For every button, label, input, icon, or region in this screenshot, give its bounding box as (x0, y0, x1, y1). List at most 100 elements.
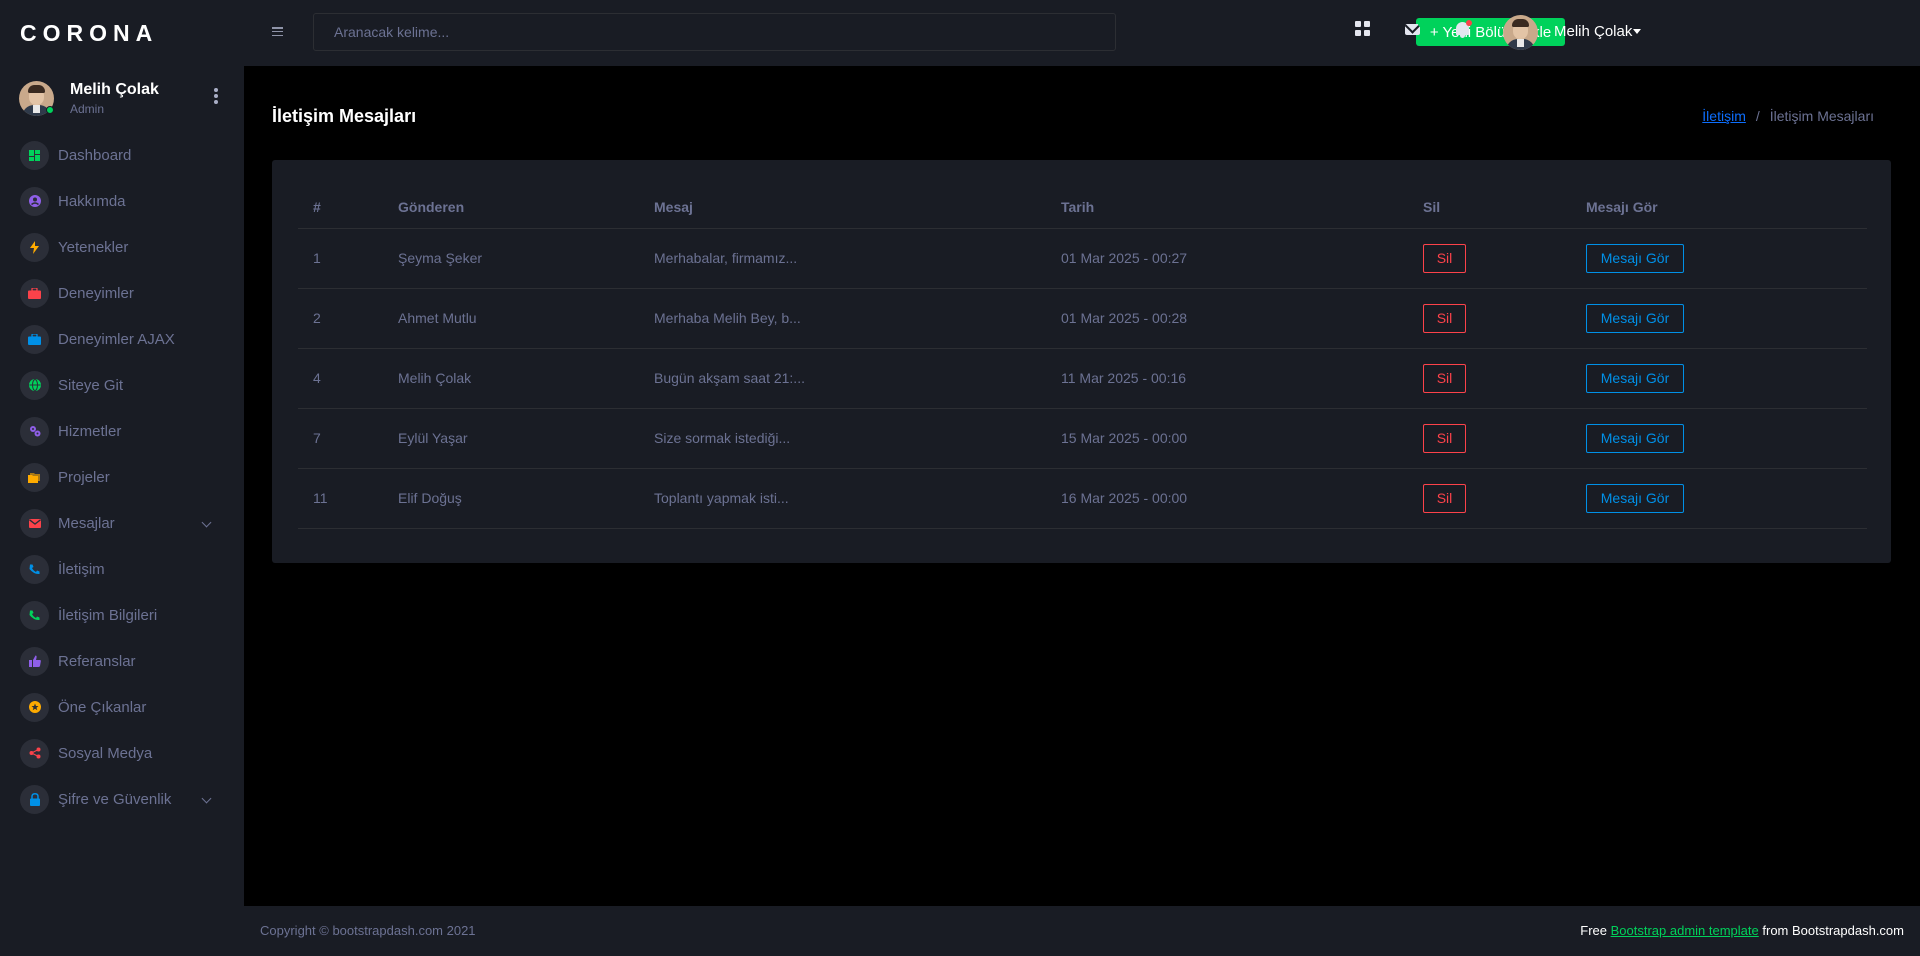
sidebar-item-label: Hakkımda (58, 192, 126, 210)
footer-template-link[interactable]: Bootstrap admin template (1611, 923, 1759, 938)
sidebar-item-5[interactable]: Siteye Git (0, 362, 244, 408)
cell-delete: Sil (1408, 288, 1571, 349)
sidebar-item-label: Şifre ve Güvenlik (58, 790, 172, 808)
share-icon (20, 738, 49, 768)
caret-down-icon[interactable] (1633, 29, 1641, 34)
sidebar-item-label: Projeler (58, 468, 110, 486)
cell-id: 11 (298, 468, 383, 529)
sidebar-item-label: İletişim (58, 560, 105, 578)
briefcase-icon (20, 278, 49, 308)
delete-button[interactable]: Sil (1423, 483, 1466, 513)
star-badge-icon (20, 692, 49, 722)
user-avatar[interactable] (1503, 15, 1538, 50)
sidebar-item-8[interactable]: Mesajlar (0, 500, 244, 546)
cell-date: 01 Mar 2025 - 00:28 (1046, 288, 1408, 349)
sidebar-item-label: Referanslar (58, 652, 136, 670)
sidebar-item-6[interactable]: Hizmetler (0, 408, 244, 454)
sidebar-profile: Melih Çolak Admin (0, 66, 244, 130)
user-circle-icon (20, 186, 49, 216)
breadcrumb-separator: / (1755, 108, 1760, 124)
sidebar-item-4[interactable]: Deneyimler AJAX (0, 316, 244, 362)
messages-table: # Gönderen Mesaj Tarih Sil Mesajı Gör 1Ş… (298, 186, 1867, 529)
view-message-button[interactable]: Mesajı Gör (1586, 303, 1684, 333)
cell-view: Mesajı Gör (1571, 288, 1867, 349)
table-row: 2 Ahmet Mutlu Merhaba Melih Bey, b... 01 Ma… (298, 288, 1867, 349)
delete-button[interactable]: Sil (1423, 243, 1466, 273)
table-row: 1 Şeyma Şeker Merhabalar, firmamız... 01 Ma… (298, 228, 1867, 289)
cell-message: Bugün akşam saat 21:... (639, 348, 1046, 409)
sidebar-item-10[interactable]: İletişim Bilgileri (0, 592, 244, 638)
cell-date: 15 Mar 2025 - 00:00 (1046, 408, 1408, 469)
breadcrumb: İletişim / İletişim Mesajları (1702, 108, 1874, 124)
add-section-button[interactable]: + Yeni Bölüm Ekle (1416, 18, 1565, 46)
cell-delete: Sil (1408, 348, 1571, 409)
sidebar-item-0[interactable]: Dashboard (0, 132, 244, 178)
sidebar-item-1[interactable]: Hakkımda (0, 178, 244, 224)
hamburger-menu-icon[interactable] (272, 27, 283, 36)
online-status-dot (46, 106, 54, 114)
delete-button[interactable]: Sil (1423, 363, 1466, 393)
header-date: Tarih (1046, 186, 1408, 229)
table-row: 4 Melih Çolak Bugün akşam saat 21:... 11 Ma… (298, 348, 1867, 409)
delete-button[interactable]: Sil (1423, 423, 1466, 453)
view-message-button[interactable]: Mesajı Gör (1586, 363, 1684, 393)
cell-sender: Elif Doğuş (383, 468, 639, 529)
search-input[interactable] (313, 13, 1116, 51)
cell-id: 1 (298, 228, 383, 289)
sidebar-item-3[interactable]: Deneyimler (0, 270, 244, 316)
table-header-row: # Gönderen Mesaj Tarih Sil Mesajı Gör (298, 186, 1867, 229)
cell-id: 4 (298, 348, 383, 409)
sidebar-item-7[interactable]: Projeler (0, 454, 244, 500)
chevron-down-icon[interactable] (201, 517, 212, 528)
sidebar-item-2[interactable]: Yetenekler (0, 224, 244, 270)
header-sender: Gönderen (383, 186, 639, 229)
cell-message: Toplantı yapmak isti... (639, 468, 1046, 529)
breadcrumb-current: İletişim Mesajları (1769, 108, 1874, 124)
header-delete: Sil (1408, 186, 1571, 229)
breadcrumb-link-iletisim[interactable]: İletişim (1702, 108, 1746, 124)
cell-delete: Sil (1408, 228, 1571, 289)
sidebar-item-12[interactable]: Öne Çıkanlar (0, 684, 244, 730)
mail-icon (20, 508, 49, 538)
topbar: + Yeni Bölüm Ekle (244, 0, 1920, 66)
footer: Copyright © bootstrapdash.com 2021 Free … (244, 906, 1920, 956)
delete-button[interactable]: Sil (1423, 303, 1466, 333)
header-message: Mesaj (639, 186, 1046, 229)
cell-view: Mesajı Gör (1571, 408, 1867, 469)
cell-id: 7 (298, 408, 383, 469)
profile-menu-icon[interactable] (214, 88, 218, 104)
briefcase-icon (20, 324, 49, 354)
folders-icon (20, 462, 49, 492)
cell-date: 01 Mar 2025 - 00:27 (1046, 228, 1408, 289)
view-message-button[interactable]: Mesajı Gör (1586, 423, 1684, 453)
sidebar-item-14[interactable]: Şifre ve Güvenlik (0, 776, 244, 822)
brand-logo[interactable]: CORONA (0, 0, 244, 66)
globe-icon (20, 370, 49, 400)
sidebar-item-label: İletişim Bilgileri (58, 606, 158, 624)
view-message-button[interactable]: Mesajı Gör (1586, 243, 1684, 273)
phone-icon (20, 600, 49, 630)
user-menu-name[interactable]: Melih Çolak (1554, 23, 1632, 40)
messages-card: # Gönderen Mesaj Tarih Sil Mesajı Gör 1Ş… (272, 160, 1891, 563)
view-message-button[interactable]: Mesajı Gör (1586, 483, 1684, 513)
profile-name: Melih Çolak (70, 80, 159, 98)
cell-view: Mesajı Gör (1571, 228, 1867, 289)
footer-credit: Free Bootstrap admin template from Boots… (1580, 923, 1904, 938)
cell-sender: Melih Çolak (383, 348, 639, 409)
apps-grid-icon[interactable] (1355, 21, 1370, 36)
sidebar-item-11[interactable]: Referanslar (0, 638, 244, 684)
sidebar-item-label: Yetenekler (58, 238, 129, 256)
messages-badge (1418, 21, 1424, 27)
brand-text[interactable]: CORONA (20, 20, 158, 47)
thumbs-up-icon (20, 646, 49, 676)
sidebar-nav: Dashboard Hakkımda Yetenekler Deneyimler Den… (0, 132, 244, 822)
cell-date: 11 Mar 2025 - 00:16 (1046, 348, 1408, 409)
chevron-down-icon[interactable] (201, 793, 212, 804)
sidebar-item-13[interactable]: Sosyal Medya (0, 730, 244, 776)
sidebar-item-label: Deneyimler (58, 284, 134, 302)
footer-copyright: Copyright © bootstrapdash.com 2021 (260, 923, 476, 938)
lightning-icon (20, 232, 49, 262)
profile-role: Admin (70, 101, 105, 116)
lock-icon (20, 784, 49, 814)
sidebar-item-9[interactable]: İletişim (0, 546, 244, 592)
